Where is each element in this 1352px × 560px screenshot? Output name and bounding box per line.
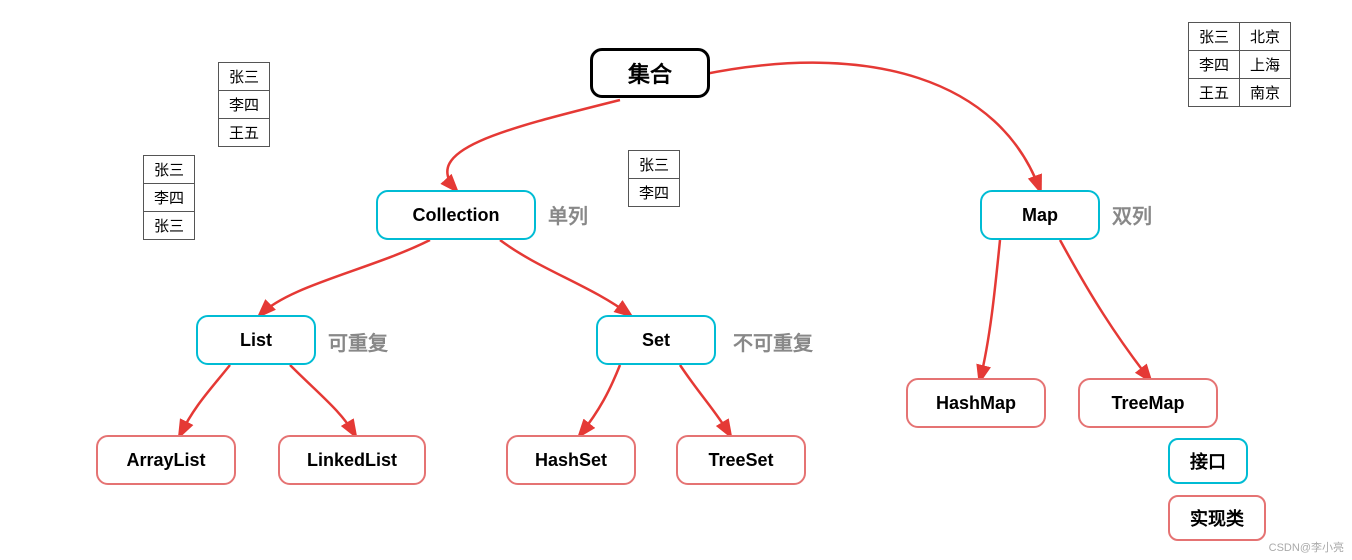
node-treeset: TreeSet xyxy=(676,435,806,485)
legend-impl: 实现类 xyxy=(1168,495,1266,541)
node-set: Set xyxy=(596,315,716,365)
node-hashmap: HashMap xyxy=(906,378,1046,428)
label-no-repeat: 不可重复 xyxy=(733,327,813,356)
watermark: CSDN@李小亮 xyxy=(1269,539,1344,555)
table-map: 张三 北京 李四 上海 王五 南京 xyxy=(1188,22,1291,107)
table-small-set: 张三 李四 xyxy=(628,150,680,207)
diagram-container: 集合 Collection Map List Set HashMap TreeM… xyxy=(0,0,1352,560)
node-treemap: TreeMap xyxy=(1078,378,1218,428)
node-linkedlist: LinkedList xyxy=(278,435,426,485)
label-double-col: 双列 xyxy=(1112,200,1152,229)
legend-interface: 接口 xyxy=(1168,438,1248,484)
label-repeatable: 可重复 xyxy=(328,327,388,356)
node-jihe: 集合 xyxy=(590,48,710,98)
node-map: Map xyxy=(980,190,1100,240)
table-bottom: 张三 李四 张三 xyxy=(143,155,195,240)
node-hashset: HashSet xyxy=(506,435,636,485)
table-top: 张三 李四 王五 xyxy=(218,62,270,147)
node-arraylist: ArrayList xyxy=(96,435,236,485)
node-collection: Collection xyxy=(376,190,536,240)
node-list: List xyxy=(196,315,316,365)
label-single-col: 单列 xyxy=(548,200,588,229)
